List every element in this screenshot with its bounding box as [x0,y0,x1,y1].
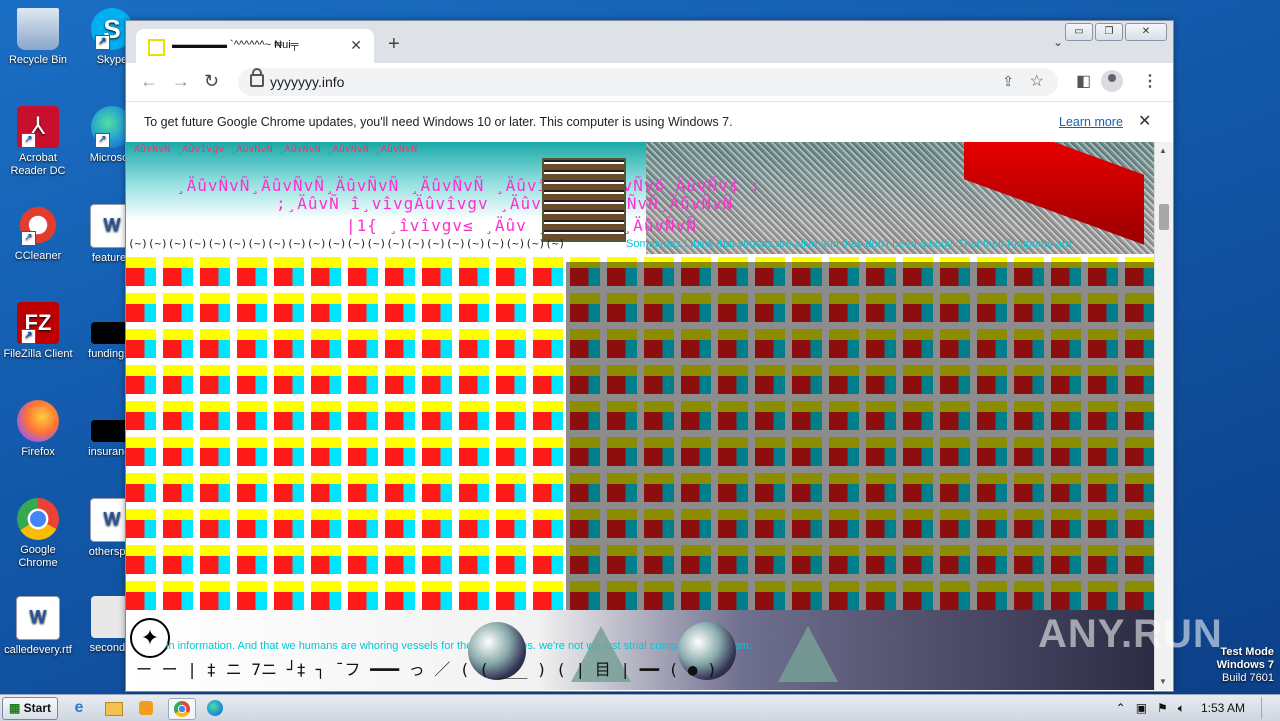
compass-icon: ✦ [130,618,170,658]
windows-flag-icon: ▦ [8,701,24,715]
ccleaner-icon: ↗ [17,204,59,246]
test-mode-line3: Build 7601 [1222,672,1274,684]
shortcut-arrow-icon: ↗ [21,329,36,344]
start-button[interactable]: ▦ Start [2,697,58,720]
glitch-text-1: ÂûvÑvÑ ¸Äûvîvgv ¸ÄûvÑvÑ ¸ÄûvÑvÑ ¸ÄûvÑvÑ … [134,144,417,155]
tray-expand-icon[interactable]: ⌃ [1116,701,1126,715]
share-icon[interactable]: ⇪ [1002,73,1014,90]
taskbar: ▦ Start e ⌃ ▣ ⚑ 🔈︎ 1:53 AM [0,694,1280,721]
scroll-thumb[interactable] [1159,204,1169,230]
infobar-message: To get future Google Chrome updates, you… [144,115,733,129]
desktop-icon-label: Google Chrome [18,544,58,569]
tab-search-chevron-icon[interactable]: ⌄ [1053,35,1063,49]
lock-icon[interactable] [250,68,264,87]
chrome-icon [17,498,59,540]
address-bar[interactable]: yyyyyyy.info ⇪ ☆ [238,68,1058,96]
new-tab-button[interactable]: + [388,33,400,56]
filezilla-icon: FZ ↗ [17,302,59,344]
url-text[interactable]: yyyyyyy.info [270,74,344,90]
desktop-icon-acrobat[interactable]: ⅄ ↗ Acrobat Reader DC [0,106,76,178]
clock[interactable]: 1:53 AM [1195,701,1251,715]
volume-icon[interactable]: 🔈︎ [1178,701,1185,716]
desktop-icon-ccleaner[interactable]: ↗ CCleaner [0,204,76,263]
window-controls: ▭ ❐ ✕ [1065,23,1167,41]
test-mode-notice: Test Mode Windows 7 Build 7601 [1217,646,1274,685]
favicon-icon [148,39,165,56]
update-infobar: To get future Google Chrome updates, you… [126,101,1173,143]
tab-title: ▬▬▬▬▬ `^^^^^^~ ₦ui╤ [172,39,299,51]
acrobat-icon: ⅄ ↗ [17,106,59,148]
marquee-text-bottom: in information. And that we humans are w… [166,640,752,652]
side-panel-icon[interactable]: ◧ [1076,71,1091,91]
network-icon[interactable]: ▣ [1136,701,1147,715]
desktop-icon-calledevery[interactable]: W calledevery.rtf [0,596,76,657]
shortcut-arrow-icon: ↗ [95,35,110,50]
desktop-icon-label: Recycle Bin [8,54,68,66]
glitch-text-3: ;¸ÄûvÑ î¸vîvgÄûvîvgv ¸ÄûvÑvg ¸ÄûvÑvÑ¸Äûv… [276,194,734,213]
reload-icon[interactable]: ↻ [204,71,219,92]
desktop-icon-label: CCleaner [14,250,62,262]
kebab-menu-icon[interactable]: ⋮ [1142,71,1158,91]
desktop-icon-chrome[interactable]: Google Chrome [0,498,76,570]
desktop-icon-recycle-bin[interactable]: Recycle Bin [0,8,76,67]
shortcut-arrow-icon: ↗ [95,133,110,148]
ascii-art-bottom: ー ー | ‡ ニ 7ニ ┘‡ ┐ ̄ フ ━━━ っ ／ ( ( ___ ) … [136,660,717,679]
explorer-folder-icon[interactable] [102,698,124,718]
close-button[interactable]: ✕ [1125,23,1167,41]
desktop-icon-filezilla[interactable]: FZ ↗ FileZilla Client [0,302,76,361]
bookmark-star-icon[interactable]: ☆ [1030,71,1044,91]
browser-tab[interactable]: ▬▬▬▬▬ `^^^^^^~ ₦ui╤ ✕ [136,29,374,63]
shortcut-arrow-icon: ↗ [21,133,36,148]
taskbar-chrome-icon[interactable] [168,698,196,720]
desktop-icon-label: Firefox [21,446,55,458]
taskbar-edge-icon[interactable] [204,698,226,718]
anyrun-watermark: ANY.RUN [1038,612,1223,656]
infobar-close-icon[interactable]: ✕ [1138,111,1151,131]
test-mode-line1: Test Mode [1220,646,1274,658]
desktop-icon-firefox[interactable]: Firefox [0,400,76,459]
back-arrow-icon[interactable]: ← [140,71,158,92]
system-tray: ⌃ ▣ ⚑ 🔈︎ 1:53 AM [1116,695,1280,721]
recycle-bin-icon [17,8,59,50]
forward-arrow-icon[interactable]: → [172,71,190,92]
desktop-icon-label: calledevery.rtf [4,644,72,656]
word-doc-icon: W [16,596,60,640]
browser-toolbar: ← → ↻ yyyyyyy.info ⇪ ☆ ◧ ⋮ [126,63,1173,101]
tilde-row: (~)(~)(~)(~)(~)(~)(~)(~)(~)(~)(~)(~)(~)(… [128,237,566,250]
desktop-icon-label: FileZilla Client [3,348,73,360]
tab-strip: ▬▬▬▬▬ `^^^^^^~ ₦ui╤ ✕ + ⌄ ▭ ❐ ✕ [126,21,1173,63]
restore-button[interactable]: ❐ [1095,23,1123,41]
vertical-scrollbar[interactable]: ▲ ▼ [1154,142,1173,690]
scroll-down-arrow-icon[interactable]: ▼ [1159,677,1167,686]
prism-image [778,626,838,682]
learn-more-link[interactable]: Learn more [1059,115,1123,129]
desktop-icon-label: Acrobat Reader DC [10,152,66,177]
profile-avatar-icon[interactable] [1101,70,1123,92]
media-player-icon[interactable] [136,698,158,718]
scroll-up-arrow-icon[interactable]: ▲ [1159,146,1167,155]
flag-icon[interactable]: ⚑ [1157,701,1168,715]
shortcut-arrow-icon: ↗ [21,231,36,246]
glitch-text-2: ¸ÄûvÑvÑ¸ÄûvÑvÑ¸ÄûvÑvÑ ¸ÄûvÑvÑ ¸Äûvîvgv™¸… [176,176,761,195]
page-content[interactable]: ÂûvÑvÑ ¸Äûvîvgv ¸ÄûvÑvÑ ¸ÄûvÑvÑ ¸ÄûvÑvÑ … [126,142,1154,690]
firefox-icon [17,400,59,442]
tab-close-icon[interactable]: ✕ [350,37,362,54]
minimize-button[interactable]: ▭ [1065,23,1093,41]
test-mode-line2: Windows 7 [1216,659,1274,671]
ie-icon[interactable]: e [68,698,90,718]
chrome-window: ▬▬▬▬▬ `^^^^^^~ ₦ui╤ ✕ + ⌄ ▭ ❐ ✕ ← → ↻ yy… [125,20,1174,692]
glitch-text-4: |1{ ¸îvîvgv≤ ¸Äûv ¸ÄûvÑvÑ ¸ÄûvÑvÑ [346,216,697,235]
show-desktop-button[interactable] [1261,697,1272,719]
glitch-cube-image [542,158,626,242]
start-label: Start [23,701,51,715]
marquee-text-top: Sometimes I think that viruses are alive… [626,238,1072,250]
